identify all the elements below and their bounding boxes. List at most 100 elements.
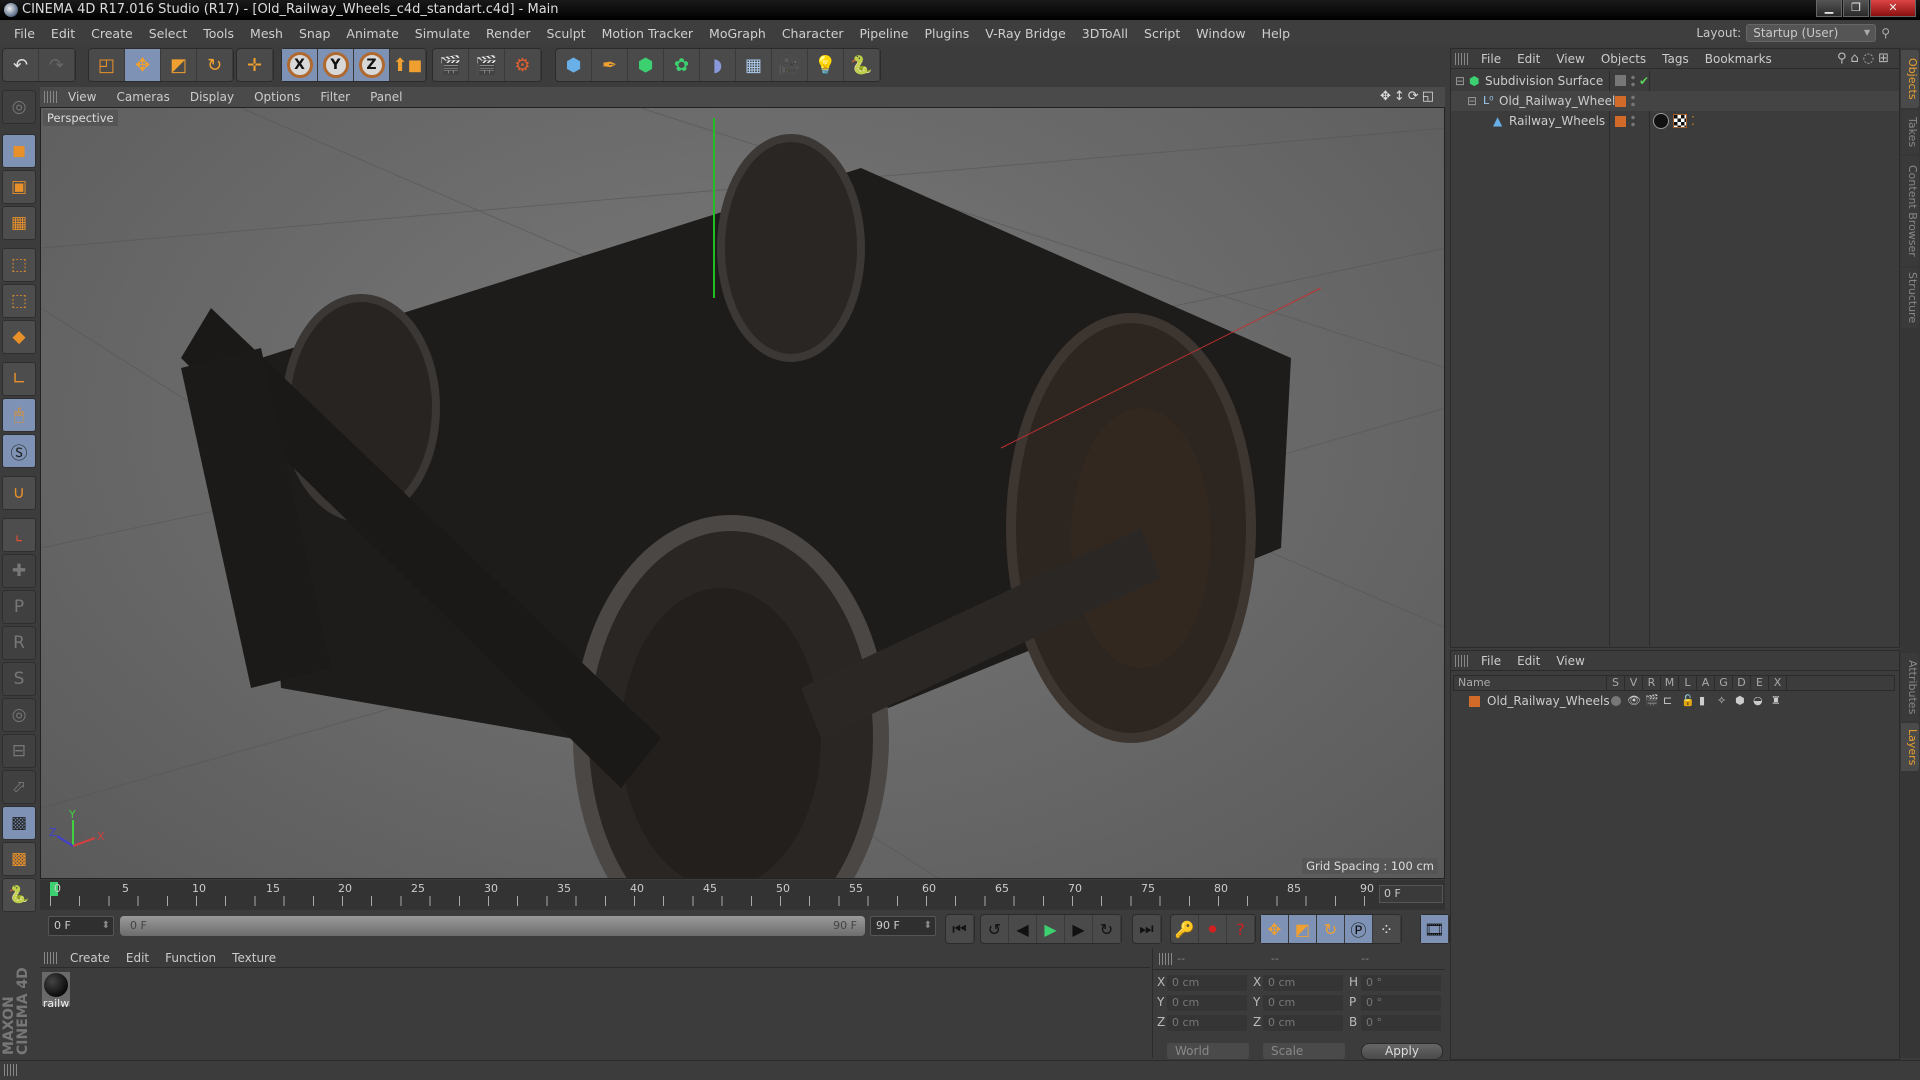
timeline-ruler[interactable]: 0 5 10 15 20 25 30 35 40 45 50 55 60 65 … (40, 880, 1445, 910)
view-toggle-icon[interactable]: 👁 (1627, 692, 1641, 710)
visibility-toggle[interactable] (1631, 94, 1635, 108)
close-button[interactable]: ✕ (1870, 0, 1916, 17)
autokey-icon[interactable]: ⏺ (1199, 915, 1227, 943)
viewport-menu-options[interactable]: Options (244, 90, 310, 104)
material-swatch[interactable]: railw (42, 972, 70, 1010)
object-row[interactable]: ⊟ ⬢ Subdivision Surface ✔ (1451, 71, 1899, 91)
eye-icon[interactable]: ◌ (1863, 51, 1878, 66)
points-mode-icon[interactable]: ⬚ (2, 248, 36, 282)
end-frame-field[interactable]: 90 F (870, 916, 936, 936)
size-x-field[interactable]: 0 cm (1263, 975, 1343, 991)
grip-icon[interactable] (4, 1064, 18, 1076)
python-script-icon[interactable]: 🐍 (2, 878, 36, 912)
viewport-menu-filter[interactable]: Filter (310, 90, 360, 104)
layer-row[interactable]: Old_Railway_Wheels 👁 🎬 ⊏ 🔓 ▮ ✧ ⬢ ◒ ♜ (1453, 692, 1895, 710)
xref-add-icon[interactable]: ✚ (2, 554, 36, 588)
next-frame-icon[interactable]: ▶ (1065, 915, 1093, 943)
grip-icon[interactable] (44, 91, 58, 103)
deformer-icon[interactable]: ◗ (700, 49, 736, 81)
om-menu-tags[interactable]: Tags (1654, 52, 1697, 66)
workplane-mode-icon[interactable]: ▦ (2, 206, 36, 240)
manager-toggle-icon[interactable]: ⊏ (1663, 692, 1672, 710)
key-rotation-icon[interactable]: ↻ (1317, 915, 1345, 943)
viewport-menu-view[interactable]: View (58, 90, 106, 104)
column-locked[interactable]: L (1679, 676, 1697, 690)
menu-mesh[interactable]: Mesh (242, 26, 291, 41)
menu-3dtoall[interactable]: 3DToAll (1074, 26, 1136, 41)
polygons-mode-icon[interactable]: ◆ (2, 320, 36, 354)
menu-snap[interactable]: Snap (291, 26, 338, 41)
timeline-icon[interactable]: 🎞 (1421, 915, 1449, 943)
keyframe-selection-icon[interactable]: ? (1227, 915, 1255, 943)
layer-color-icon[interactable] (1615, 116, 1626, 127)
tab-takes[interactable]: Takes (1901, 110, 1919, 154)
tab-structure[interactable]: Structure (1901, 268, 1919, 328)
om-menu-edit[interactable]: Edit (1509, 52, 1548, 66)
object-row[interactable]: ⊟ L⁰ Old_Railway_Wheels (1451, 91, 1899, 111)
pan-icon[interactable]: ✥ (1380, 89, 1394, 104)
z-axis-button[interactable]: Z (354, 49, 390, 81)
render-picture-viewer-icon[interactable]: 🎬 (469, 49, 505, 81)
animation-toggle-icon[interactable]: ▮ (1699, 692, 1705, 710)
om-menu-file[interactable]: File (1473, 52, 1509, 66)
column-manager[interactable]: M (1661, 676, 1679, 690)
rotate-icon[interactable]: ↻ (197, 49, 233, 81)
menu-motion-tracker[interactable]: Motion Tracker (594, 26, 701, 41)
render-view-icon[interactable]: 🎬 (433, 49, 469, 81)
search-icon[interactable]: ⚲ (1881, 26, 1890, 40)
orbit-icon[interactable]: ⟳ (1408, 89, 1422, 104)
position-x-field[interactable]: 0 cm (1167, 975, 1247, 991)
xref-psr-icon[interactable]: S (2, 662, 36, 696)
apply-button[interactable]: Apply (1361, 1043, 1443, 1060)
xref-p-icon[interactable]: P (2, 590, 36, 624)
menu-animate[interactable]: Animate (338, 26, 406, 41)
rotation-b-field[interactable]: 0 ° (1361, 1015, 1441, 1031)
material-menu-edit[interactable]: Edit (118, 951, 157, 965)
layer-name[interactable]: Old_Railway_Wheels (1487, 692, 1610, 710)
live-selection-icon[interactable]: ◰ (89, 49, 125, 81)
visibility-toggle[interactable] (1631, 74, 1635, 88)
xref-param-icon[interactable]: ⊟ (2, 734, 36, 768)
tweak-mode-icon[interactable]: 🖱 (2, 398, 36, 432)
menu-sculpt[interactable]: Sculpt (539, 26, 594, 41)
make-editable-icon[interactable]: ◎ (2, 90, 36, 124)
menu-render[interactable]: Render (478, 26, 539, 41)
undo-icon[interactable]: ↶ (3, 49, 39, 81)
scale-icon[interactable]: ◩ (161, 49, 197, 81)
grip-icon[interactable] (1455, 52, 1469, 65)
om-menu-view[interactable]: View (1548, 52, 1592, 66)
object-name[interactable]: Old_Railway_Wheels (1499, 91, 1622, 111)
zoom-icon[interactable]: ↕ (1394, 89, 1408, 104)
next-key-icon[interactable]: ↻ (1093, 915, 1121, 943)
axis-locking-icon[interactable]: ⌞ (2, 518, 36, 552)
material-tag-icon[interactable] (1653, 113, 1669, 129)
column-name[interactable]: Name (1454, 676, 1607, 690)
lock-toggle-icon[interactable]: 🔓 (1681, 692, 1695, 710)
workplane-rotate-icon[interactable]: ▩ (2, 842, 36, 876)
collapse-icon[interactable]: ⊟ (1467, 91, 1477, 111)
xref-pla-icon[interactable]: ⬀ (2, 770, 36, 804)
viewport-3d[interactable]: X Y Z Perspective Grid Spacing : 100 cm (40, 107, 1445, 879)
subdivision-surface-icon[interactable]: ⬢ (628, 49, 664, 81)
menu-window[interactable]: Window (1188, 26, 1253, 41)
generators-toggle-icon[interactable]: ✧ (1717, 692, 1726, 710)
key-parameter-icon[interactable]: Ⓟ (1345, 915, 1373, 943)
minimize-button[interactable]: ▁ (1816, 0, 1842, 17)
lm-menu-file[interactable]: File (1473, 654, 1509, 668)
column-xrefs[interactable]: X (1769, 676, 1787, 690)
layout-dropdown[interactable]: Startup (User) (1746, 24, 1877, 42)
edges-mode-icon[interactable]: ⬚ (2, 284, 36, 318)
tab-objects[interactable]: Objects (1901, 50, 1919, 108)
restore-button[interactable]: ❐ (1843, 0, 1869, 17)
object-name[interactable]: Railway_Wheels (1509, 111, 1605, 131)
menu-help[interactable]: Help (1254, 26, 1299, 41)
lm-menu-view[interactable]: View (1548, 654, 1592, 668)
om-menu-objects[interactable]: Objects (1593, 52, 1654, 66)
material-menu-texture[interactable]: Texture (224, 951, 284, 965)
xref-target-icon[interactable]: ◎ (2, 698, 36, 732)
column-deformers[interactable]: D (1733, 676, 1751, 690)
workplane-lock-icon[interactable]: ▩ (2, 806, 36, 840)
enabled-check-icon[interactable]: ✔ (1639, 71, 1649, 91)
maximize-view-icon[interactable]: ◱ (1422, 89, 1437, 104)
material-menu-create[interactable]: Create (62, 951, 118, 965)
